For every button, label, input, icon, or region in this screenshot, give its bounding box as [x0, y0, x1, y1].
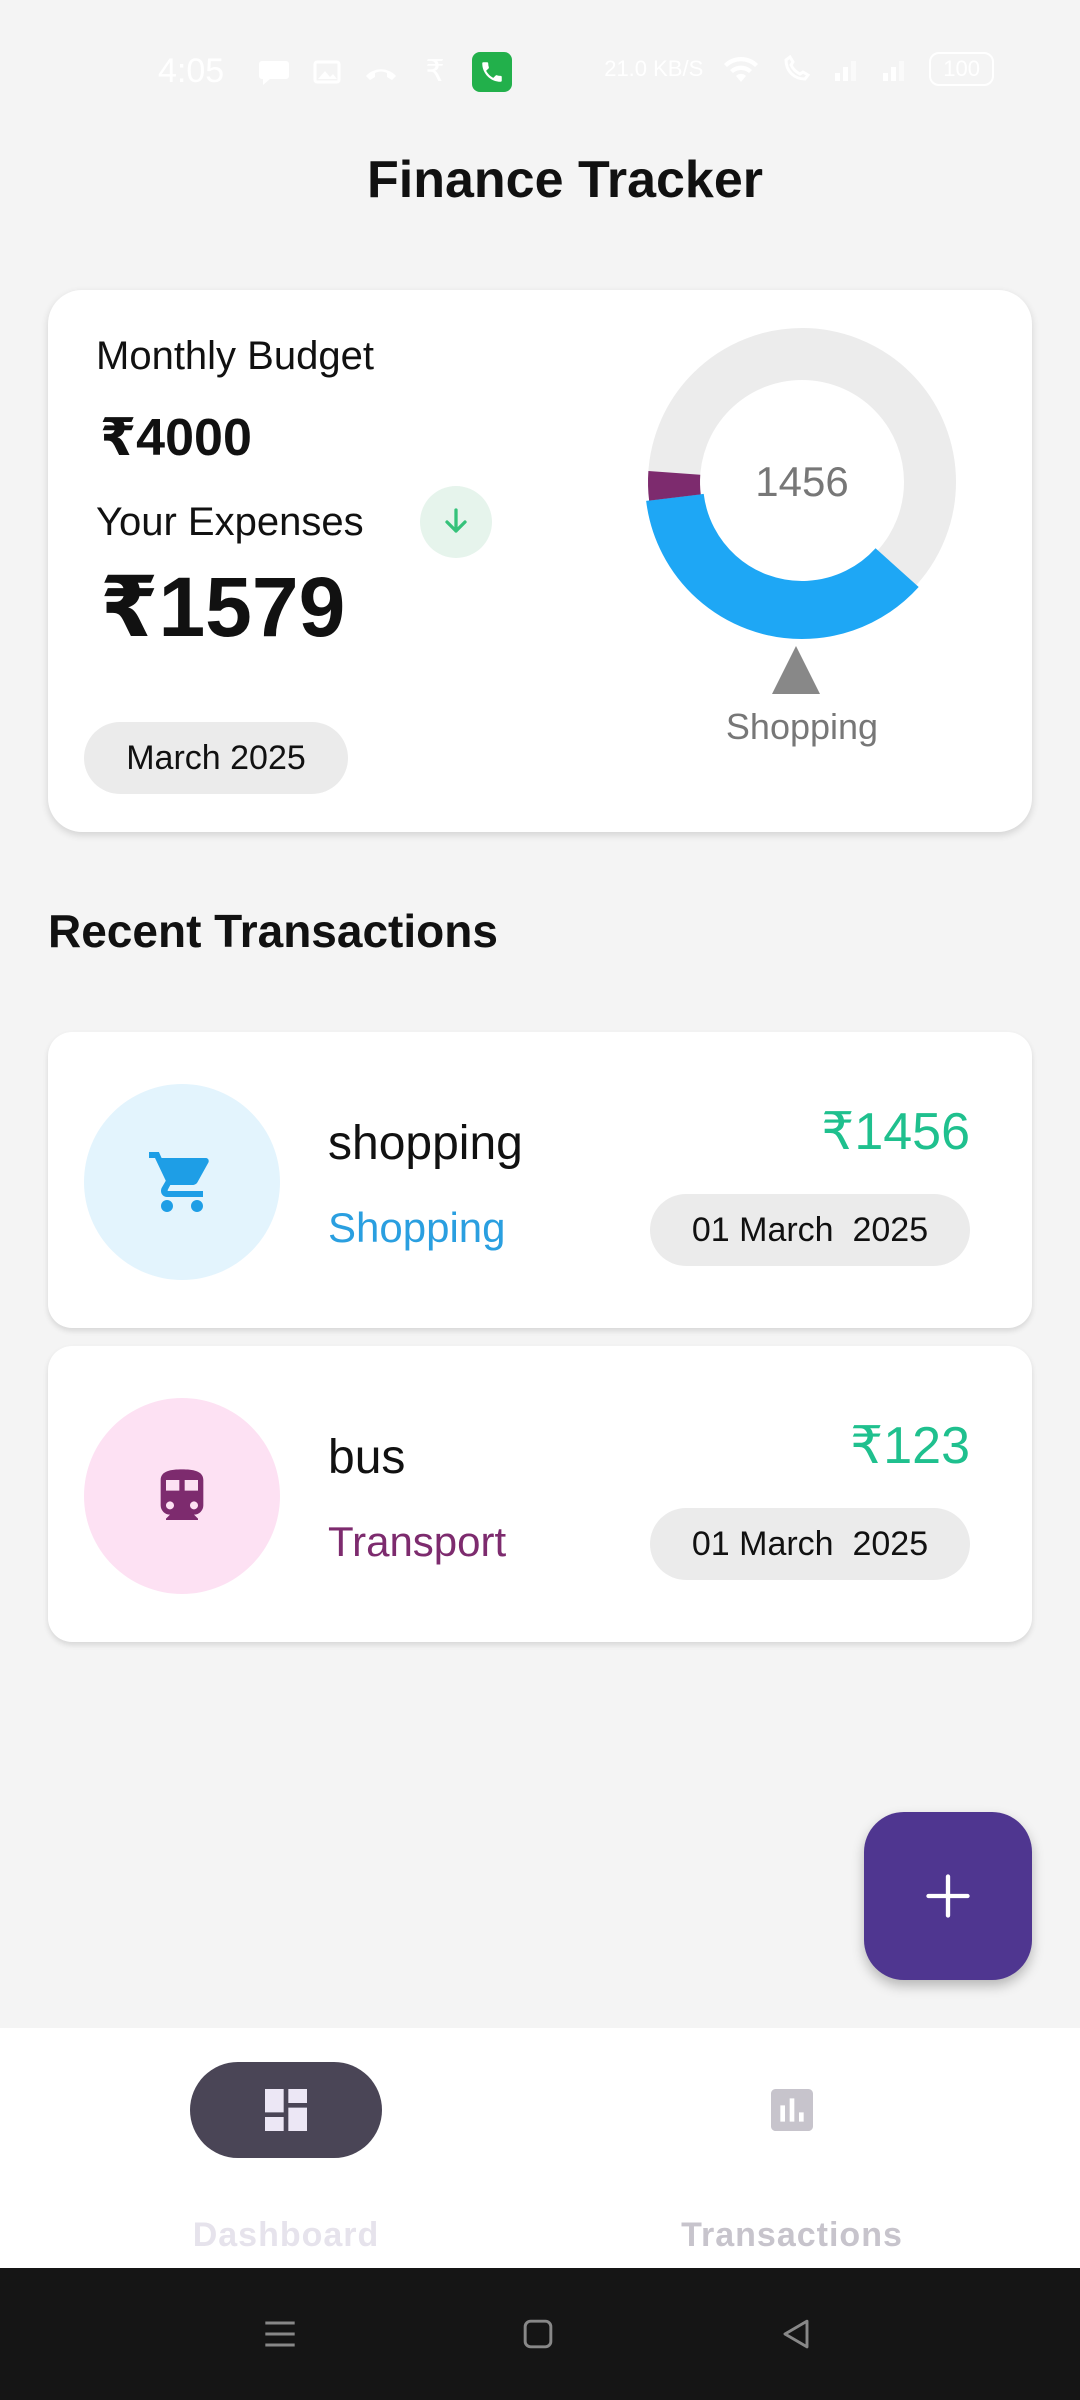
- signal-icon: [835, 61, 857, 81]
- battery-indicator: 100: [929, 52, 994, 86]
- transaction-date: 01 March 2025: [650, 1194, 970, 1266]
- budget-summary-card: Monthly Budget ₹4000 Your Expenses ₹1579…: [48, 290, 1032, 832]
- recent-transactions-title: Recent Transactions: [48, 905, 498, 957]
- month-chip[interactable]: March 2025: [84, 722, 348, 794]
- expenses-value: ₹1579: [100, 560, 346, 654]
- message-icon: [259, 61, 289, 85]
- nav-label-transactions: Transactions: [681, 2216, 903, 2254]
- expense-donut-chart[interactable]: 1456: [636, 316, 968, 648]
- call-missed-icon: [366, 69, 396, 80]
- shopping-cart-icon: [149, 1152, 209, 1212]
- volte-icon: [784, 54, 811, 81]
- back-icon[interactable]: [774, 2312, 818, 2356]
- dashboard-icon: [265, 2089, 307, 2131]
- signal-icon-2: [883, 61, 905, 81]
- arrow-down-icon: [445, 508, 467, 533]
- chart-center-value: 1456: [755, 458, 849, 505]
- chart-pointer-icon: [772, 646, 820, 694]
- trend-badge: [420, 486, 492, 558]
- budget-label: Monthly Budget: [96, 334, 374, 378]
- system-navigation-bar: [0, 2268, 1080, 2400]
- transaction-amount: ₹1456: [821, 1103, 970, 1161]
- gallery-icon: [313, 60, 341, 84]
- nav-item-transactions[interactable]: Transactions: [592, 2062, 992, 2262]
- transaction-card[interactable]: shopping Shopping ₹1456 01 March 2025: [48, 1032, 1032, 1328]
- page-title: Finance Tracker: [367, 151, 763, 209]
- plus-icon: [926, 1874, 970, 1918]
- transaction-date: 01 March 2025: [650, 1508, 970, 1580]
- rupee-icon: ₹: [425, 55, 445, 88]
- train-icon: [160, 1469, 204, 1520]
- transaction-icon-circle: [84, 1398, 280, 1594]
- status-bar: 4:05 ₹ 21.0 KB/S 100: [0, 0, 1080, 140]
- notification-icons: ₹: [258, 52, 512, 92]
- bar-chart-icon: [771, 2089, 813, 2131]
- expenses-label: Your Expenses: [96, 500, 364, 544]
- budget-value: ₹4000: [100, 409, 252, 467]
- nav-active-indicator: [190, 2062, 382, 2158]
- network-speed: 21.0 KB/S: [604, 56, 704, 81]
- nav-label-dashboard: Dashboard: [192, 2216, 380, 2254]
- transaction-title: bus: [328, 1431, 406, 1484]
- wifi-icon: [724, 56, 759, 82]
- transaction-icon-circle: [84, 1084, 280, 1280]
- home-icon[interactable]: [516, 2312, 560, 2356]
- transaction-category: Shopping: [328, 1204, 506, 1251]
- bottom-navigation: Dashboard Transactions: [0, 2028, 1080, 2268]
- transaction-card[interactable]: bus Transport ₹123 01 March 2025: [48, 1346, 1032, 1642]
- chart-selected-label: Shopping: [725, 706, 879, 747]
- menu-icon[interactable]: [258, 2312, 302, 2356]
- transaction-title: shopping: [328, 1117, 523, 1170]
- transaction-category: Transport: [328, 1518, 507, 1565]
- status-time: 4:05: [158, 52, 225, 90]
- transaction-amount: ₹123: [850, 1417, 970, 1475]
- system-status: 21.0 KB/S 100: [604, 52, 994, 86]
- phone-call-icon: [472, 52, 512, 92]
- nav-item-dashboard[interactable]: Dashboard: [86, 2062, 486, 2262]
- add-transaction-button[interactable]: [864, 1812, 1032, 1980]
